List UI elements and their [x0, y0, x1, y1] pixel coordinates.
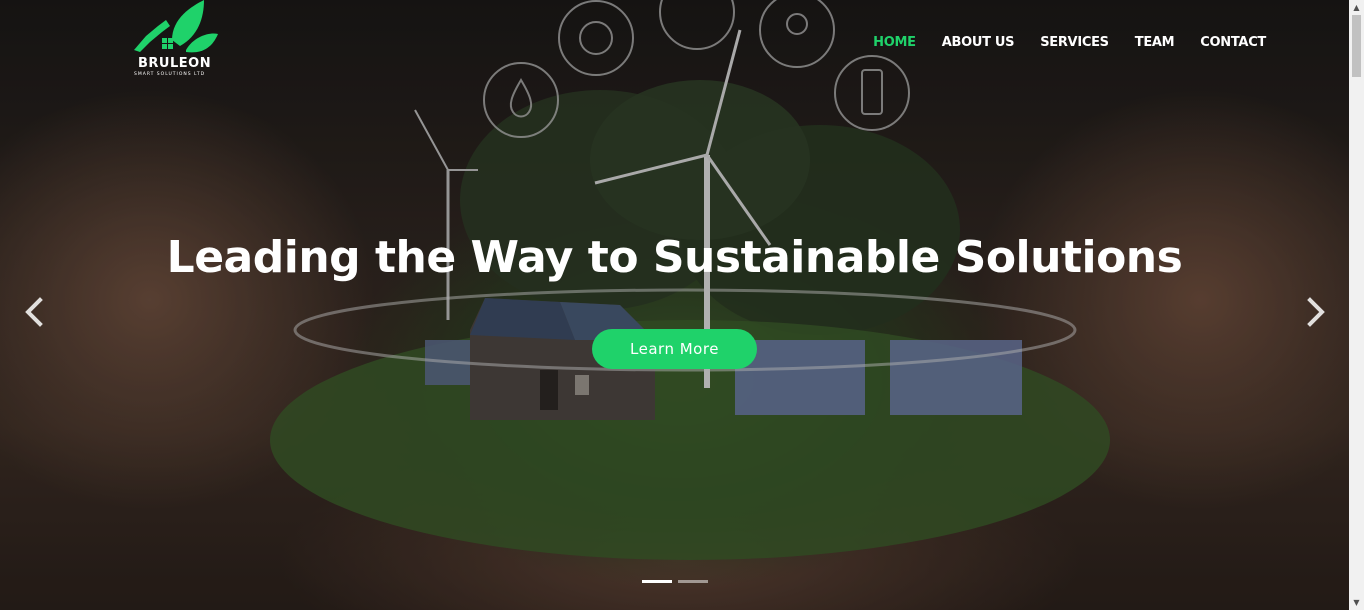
carousel-indicator-2[interactable]: [678, 580, 708, 583]
hero-carousel: [0, 0, 1349, 610]
nav-item-services[interactable]: SERVICES: [1040, 35, 1109, 50]
nav-item-about-us[interactable]: ABOUT US: [942, 35, 1015, 50]
chevron-right-icon: [1307, 297, 1325, 327]
carousel-next-button[interactable]: [1300, 292, 1330, 332]
nav-item-home[interactable]: HOME: [873, 35, 916, 50]
nav-item-contact[interactable]: CONTACT: [1200, 35, 1266, 50]
learn-more-button[interactable]: Learn More: [592, 329, 757, 369]
brand-logo[interactable]: BRULEON SMART SOLUTIONS LTD: [132, 0, 222, 80]
page: BRULEON SMART SOLUTIONS LTD HOME ABOUT U…: [0, 0, 1364, 610]
scrollbar-thumb[interactable]: [1352, 15, 1361, 77]
chevron-left-icon: [25, 297, 43, 327]
carousel-indicator-1[interactable]: [642, 580, 672, 583]
carousel-indicators: [642, 580, 708, 583]
scroll-down-arrow-icon[interactable]: ▼: [1349, 595, 1364, 610]
main-nav: HOME ABOUT US SERVICES TEAM CONTACT: [847, 35, 1266, 50]
carousel-prev-button[interactable]: [20, 292, 50, 332]
page-scrollbar[interactable]: ▲ ▼: [1349, 0, 1364, 610]
brand-name: BRULEON: [138, 56, 212, 71]
leaf-house-logo-icon: [134, 0, 218, 53]
nav-item-team[interactable]: TEAM: [1135, 35, 1175, 50]
scroll-up-arrow-icon[interactable]: ▲: [1349, 0, 1364, 15]
brand-tagline: SMART SOLUTIONS LTD: [134, 72, 206, 77]
hero-headline: Leading the Way to Sustainable Solutions: [166, 232, 1183, 283]
hero-overlay: [0, 0, 1349, 610]
